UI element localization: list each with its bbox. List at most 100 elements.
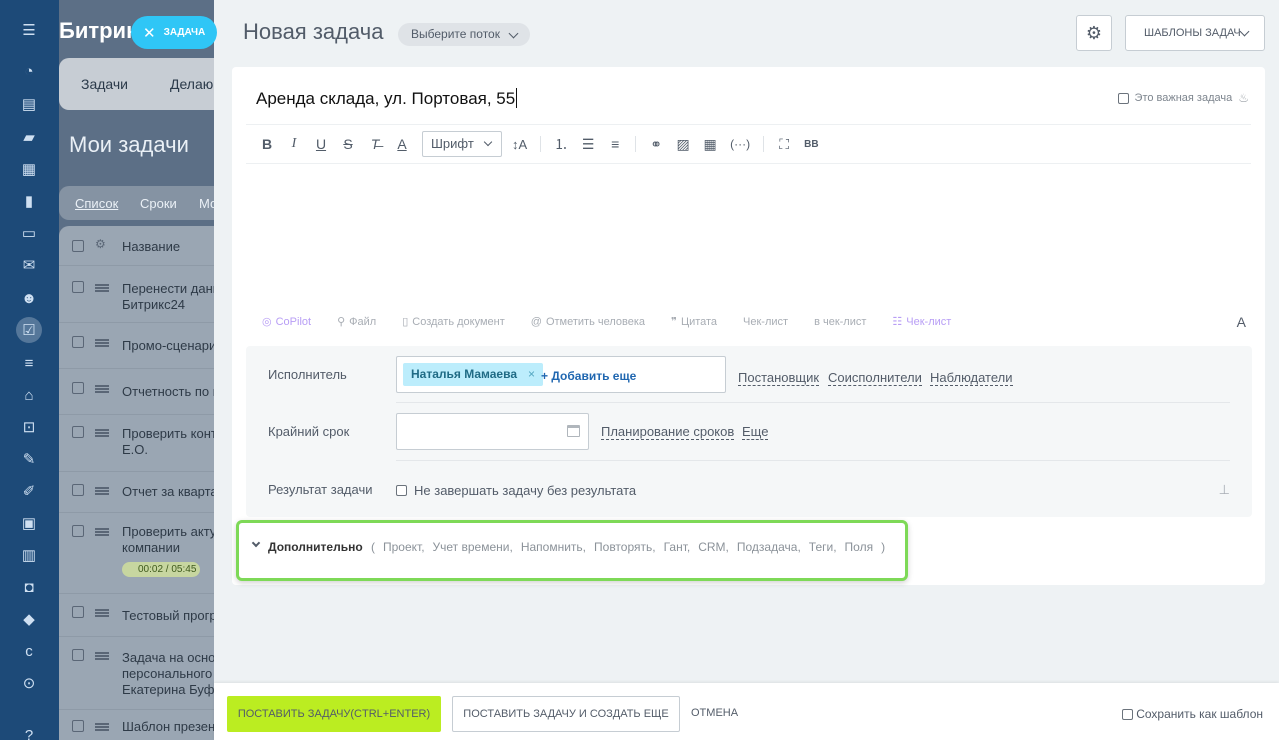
bold-icon[interactable]: B [260,136,274,152]
sign-icon[interactable]: ✎ [16,446,42,472]
code-icon[interactable]: (···) [730,137,750,151]
create-doc-button[interactable]: ▯ Создать документ [402,315,505,329]
row-checkbox[interactable] [72,336,84,348]
additional-section[interactable]: Дополнительно ( Проект, Учет времени, На… [236,520,908,581]
table-row[interactable]: Промо-сценари [59,324,219,369]
more-icon[interactable]: ⊙ [16,670,42,696]
align-icon[interactable]: ≡ [608,136,622,152]
table-row[interactable]: Отчет за квартал [59,473,219,513]
cancel-button[interactable]: ОТМЕНА [691,707,738,719]
crm-icon[interactable]: ≡ [16,350,42,376]
drag-handle-icon[interactable] [95,385,109,393]
row-checkbox[interactable] [72,606,84,618]
drag-handle-icon[interactable] [95,429,109,437]
close-slider-button[interactable]: ✕ ЗАДАЧА [131,16,217,49]
checklist-button[interactable]: Чек-лист [743,316,788,328]
settings-button[interactable]: ⚙ [1076,15,1112,51]
extra-item-project[interactable]: Проект, [383,540,425,554]
creator-link[interactable]: Постановщик [738,370,820,386]
to-checklist-button[interactable]: в чек-лист [814,316,866,328]
extra-item-gantt[interactable]: Гант, [664,540,691,554]
calendar-icon[interactable]: ▦ [16,156,42,182]
additional-label[interactable]: Дополнительно [268,540,363,554]
mention-button[interactable]: @ Отметить человека [531,316,645,328]
row-title[interactable]: Перенести данн Битрикс24 [122,281,219,313]
strikethrough-icon[interactable]: S [341,136,355,152]
format-toggle-icon[interactable]: A [1237,314,1246,330]
table-row[interactable]: Шаблон презен [59,711,219,740]
drag-handle-icon[interactable] [95,528,109,536]
extra-item-repeat[interactable]: Повторять, [594,540,656,554]
coexecutors-link[interactable]: Соисполнители [828,370,922,386]
submit-and-new-button[interactable]: ПОСТАВИТЬ ЗАДАЧУ И СОЗДАТЬ ЕЩЕ [452,696,680,732]
copilot-button[interactable]: ◎ CoPilot [262,315,311,329]
cart-icon[interactable]: ⊡ [16,414,42,440]
time-tracker-badge[interactable]: 00:02 / 05:45 [122,562,200,577]
tasks-icon[interactable]: ☑ [16,317,42,343]
bbcode-icon[interactable]: BB [804,139,818,149]
menu-icon[interactable]: ☰ [16,17,42,43]
analytics-icon[interactable]: ▥ [16,542,42,568]
row-title[interactable]: Отчет за квартал [122,484,219,500]
drag-handle-icon[interactable] [95,609,109,617]
quote-button[interactable]: ❞ Цитата [671,315,717,329]
contact-icon[interactable]: ▣ [16,510,42,536]
row-checkbox[interactable] [72,484,84,496]
assignee-field[interactable]: Наталья Мамаева × + Добавить еще [396,356,726,393]
mail-icon[interactable]: ✉ [16,252,42,278]
c-icon[interactable]: c [16,638,42,664]
flow-select[interactable]: Выберите поток [398,23,530,46]
table-row[interactable]: Проверить конт Е.О. [59,416,219,472]
row-title[interactable]: Шаблон презен [122,719,215,735]
groups-icon[interactable]: ☻ [16,285,42,311]
important-toggle[interactable]: Это важная задача ♨ [1117,91,1249,105]
table-row[interactable]: Тестовый прогр [59,595,219,637]
numbered-list-icon[interactable]: ⒈ [554,134,568,154]
docs-icon[interactable]: ▮ [16,188,42,214]
table-row[interactable]: Отчетность по м [59,370,219,415]
table-row[interactable]: Задача на основ персонального Екатерина … [59,638,219,710]
text-color-icon[interactable]: A [395,136,409,152]
clear-format-icon[interactable]: T̶ [368,136,382,152]
nav-tasks[interactable]: Задачи [81,76,128,92]
pin-icon[interactable]: ⊥ [1219,482,1230,498]
row-title[interactable]: Промо-сценари [122,338,216,354]
row-checkbox[interactable] [72,525,84,537]
fullscreen-icon[interactable]: ⛶ [777,136,791,153]
view-list[interactable]: Список [75,196,118,211]
table-row[interactable]: Проверить акту компании [59,514,219,594]
assignee-tag[interactable]: Наталья Мамаева × [403,363,544,386]
row-checkbox[interactable] [72,426,84,438]
font-select[interactable]: Шрифт [422,131,502,157]
table-row[interactable]: Перенести данн Битрикс24 [59,267,219,323]
store-icon[interactable]: ⌂ [16,382,42,408]
drag-handle-icon[interactable] [95,284,109,292]
row-checkbox[interactable] [72,720,84,732]
row-checkbox[interactable] [72,649,84,661]
calendar-icon[interactable] [567,425,580,437]
image-icon[interactable]: ▨ [676,136,690,153]
table-icon[interactable]: ▦ [703,136,717,153]
row-title[interactable]: Проверить акту компании [122,524,216,556]
deadline-input[interactable] [396,413,589,450]
result-required-toggle[interactable]: Не завершать задачу без результата [396,483,636,498]
nav-doing[interactable]: Делаю [170,76,213,92]
extra-item-subtask[interactable]: Подзадача, [737,540,801,554]
row-title[interactable]: Отчетность по м [122,384,219,400]
robot-icon[interactable]: ◘ [16,574,42,600]
row-checkbox[interactable] [72,281,84,293]
row-title[interactable]: Проверить конт Е.О. [122,426,217,458]
important-checkbox[interactable] [1117,92,1129,104]
extra-item-fields[interactable]: Поля [845,540,874,554]
settings-gear-icon[interactable]: ⚙ [95,237,106,251]
box-icon[interactable]: ◆ [16,606,42,632]
drag-handle-icon[interactable] [95,487,109,495]
row-title[interactable]: Тестовый прогр [122,608,217,624]
drag-handle-icon[interactable] [95,652,109,660]
drag-handle-icon[interactable] [95,723,109,731]
extra-item-time[interactable]: Учет времени, [433,540,513,554]
pulse-icon[interactable]: ◔ [16,58,42,84]
row-checkbox[interactable] [72,382,84,394]
row-title[interactable]: Задача на основ персонального Екатерина … [122,650,219,698]
extra-item-remind[interactable]: Напомнить, [521,540,586,554]
